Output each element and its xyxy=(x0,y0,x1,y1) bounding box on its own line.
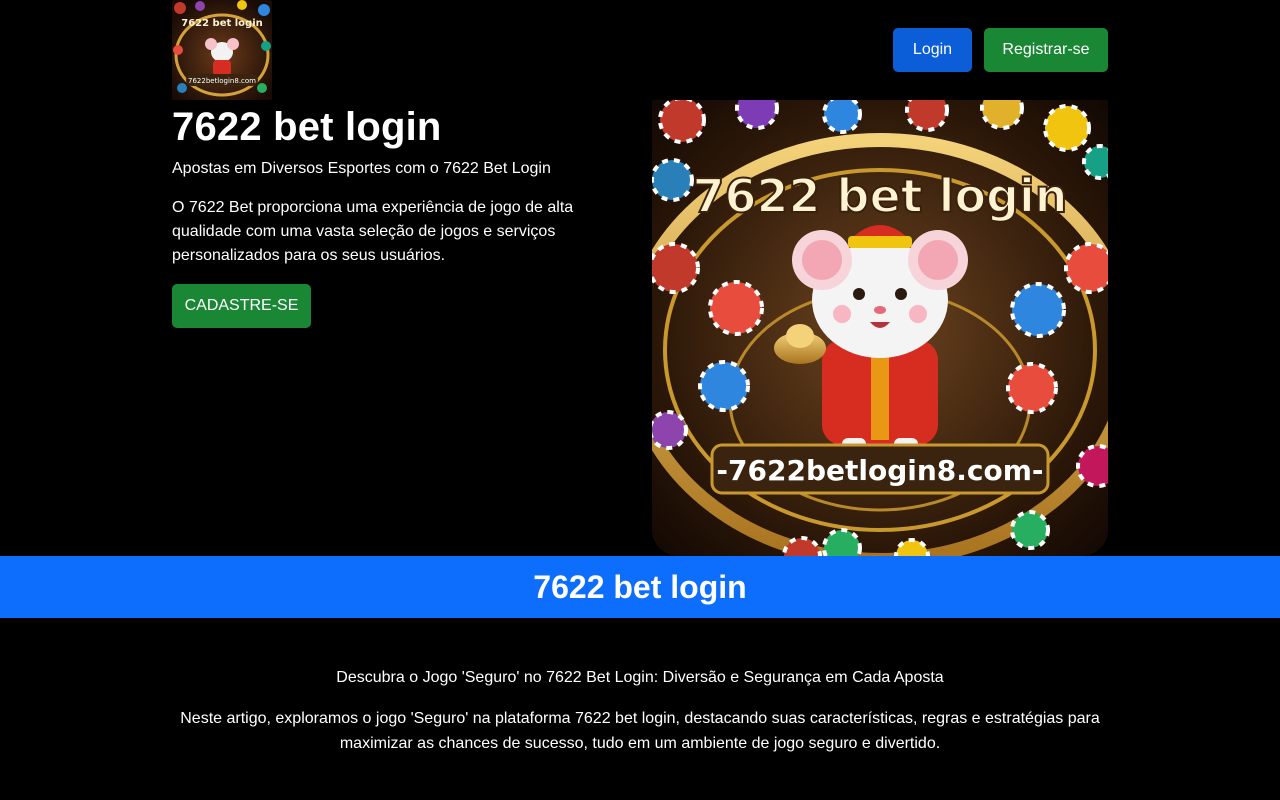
hero-subtitle: Apostas em Diversos Esportes com o 7622 … xyxy=(172,160,551,177)
svg-text:7622betlogin8.com: 7622betlogin8.com xyxy=(188,77,256,85)
hero-image: 7622 bet login -7622betlogin8.com- xyxy=(652,100,1108,556)
site-logo[interactable]: 7622 bet login 7622betlogin8.com xyxy=(172,0,272,100)
register-button[interactable]: Registrar-se xyxy=(984,28,1108,72)
hero-illustration: 7622 bet login -7622betlogin8.com- xyxy=(652,100,1108,556)
hero-image-title: 7622 bet login xyxy=(693,169,1068,223)
article-heading: Descubra o Jogo 'Seguro' no 7622 Bet Log… xyxy=(336,669,944,686)
hero-content: 7622 bet login Apostas em Diversos Espor… xyxy=(172,100,612,328)
site-header: 7622 bet login 7622betlogin8.com Login R… xyxy=(172,0,1108,100)
banner-title: 7622 bet login xyxy=(533,568,747,605)
login-button[interactable]: Login xyxy=(893,28,972,72)
article-section: Descubra o Jogo 'Seguro' no 7622 Bet Log… xyxy=(172,666,1108,756)
signup-cta-button[interactable]: CADASTRE-SE xyxy=(172,284,311,328)
logo-image: 7622 bet login 7622betlogin8.com xyxy=(172,0,272,100)
svg-text:7622 bet login: 7622 bet login xyxy=(181,18,263,29)
hero-title: 7622 bet login xyxy=(172,105,442,149)
section-banner: 7622 bet login xyxy=(0,556,1280,618)
article-intro: Neste artigo, exploramos o jogo 'Seguro'… xyxy=(180,710,1100,752)
hero-description: O 7622 Bet proporciona uma experiência d… xyxy=(172,199,574,264)
hero-image-url: -7622betlogin8.com- xyxy=(716,454,1043,487)
